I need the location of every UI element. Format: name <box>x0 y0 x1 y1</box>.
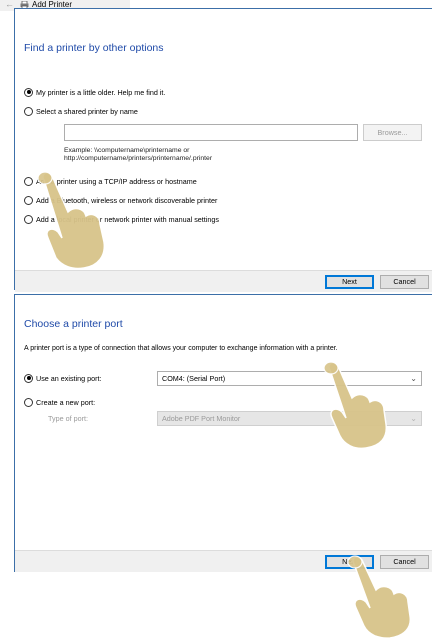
choose-port-panel <box>14 294 432 572</box>
cancel-button[interactable]: Cancel <box>380 555 429 569</box>
chevron-down-icon: ⌄ <box>410 374 417 383</box>
option-shared-printer[interactable]: Select a shared printer by name <box>24 106 138 116</box>
option-older-printer[interactable]: My printer is a little older. Help me fi… <box>24 87 165 97</box>
radio-use-existing-port[interactable] <box>24 373 33 383</box>
type-of-port-label: Type of port: <box>48 414 88 423</box>
use-existing-port-label: Use an existing port: <box>36 373 102 383</box>
option-use-existing-port[interactable]: Use an existing port: <box>24 373 102 383</box>
browse-button[interactable]: Browse... <box>363 124 422 141</box>
shared-printer-name-input[interactable] <box>64 124 358 141</box>
option-local-manual[interactable]: Add a local printer or network printer w… <box>24 214 219 224</box>
option-local-manual-label: Add a local printer or network printer w… <box>36 214 219 224</box>
option-tcpip[interactable]: Add a printer using a TCP/IP address or … <box>24 176 197 186</box>
type-of-port-value: Adobe PDF Port Monitor <box>162 414 241 423</box>
radio-create-new-port[interactable] <box>24 397 33 407</box>
option-create-new-port[interactable]: Create a new port: <box>24 397 95 407</box>
example-line-2: http://computername/printers/printername… <box>64 155 213 162</box>
radio-shared-printer[interactable] <box>24 106 33 116</box>
option-shared-printer-label: Select a shared printer by name <box>36 106 138 116</box>
option-bluetooth-wireless-label: Add a Bluetooth, wireless or network dis… <box>36 195 218 205</box>
choose-port-heading: Choose a printer port <box>24 318 123 330</box>
radio-tcpip[interactable] <box>24 176 33 186</box>
radio-local-manual[interactable] <box>24 214 33 224</box>
type-of-port-select: Adobe PDF Port Monitor ⌄ <box>157 411 422 426</box>
back-arrow-icon[interactable]: ← <box>5 0 14 9</box>
existing-port-value: COM4: (Serial Port) <box>162 374 226 383</box>
radio-older-printer[interactable] <box>24 87 33 97</box>
next-button[interactable]: Next <box>325 555 374 569</box>
example-line-1: Example: \\computername\printername or <box>64 147 190 154</box>
chevron-down-icon: ⌄ <box>410 414 417 423</box>
option-bluetooth-wireless[interactable]: Add a Bluetooth, wireless or network dis… <box>24 195 217 205</box>
choose-port-footer: Next Cancel <box>15 550 432 572</box>
choose-port-description: A printer port is a type of connection t… <box>24 345 338 352</box>
find-printer-heading: Find a printer by other options <box>24 42 164 54</box>
option-tcpip-label: Add a printer using a TCP/IP address or … <box>36 176 197 186</box>
shared-printer-example: Example: \\computername\printername or h… <box>64 147 212 163</box>
cancel-button[interactable]: Cancel <box>380 275 429 289</box>
radio-bluetooth-wireless[interactable] <box>24 195 33 205</box>
option-older-printer-label: My printer is a little older. Help me fi… <box>36 87 166 97</box>
create-new-port-label: Create a new port: <box>36 397 96 407</box>
next-button[interactable]: Next <box>325 275 374 289</box>
existing-port-select[interactable]: COM4: (Serial Port) ⌄ <box>157 371 422 386</box>
find-printer-footer: Next Cancel <box>15 270 432 292</box>
